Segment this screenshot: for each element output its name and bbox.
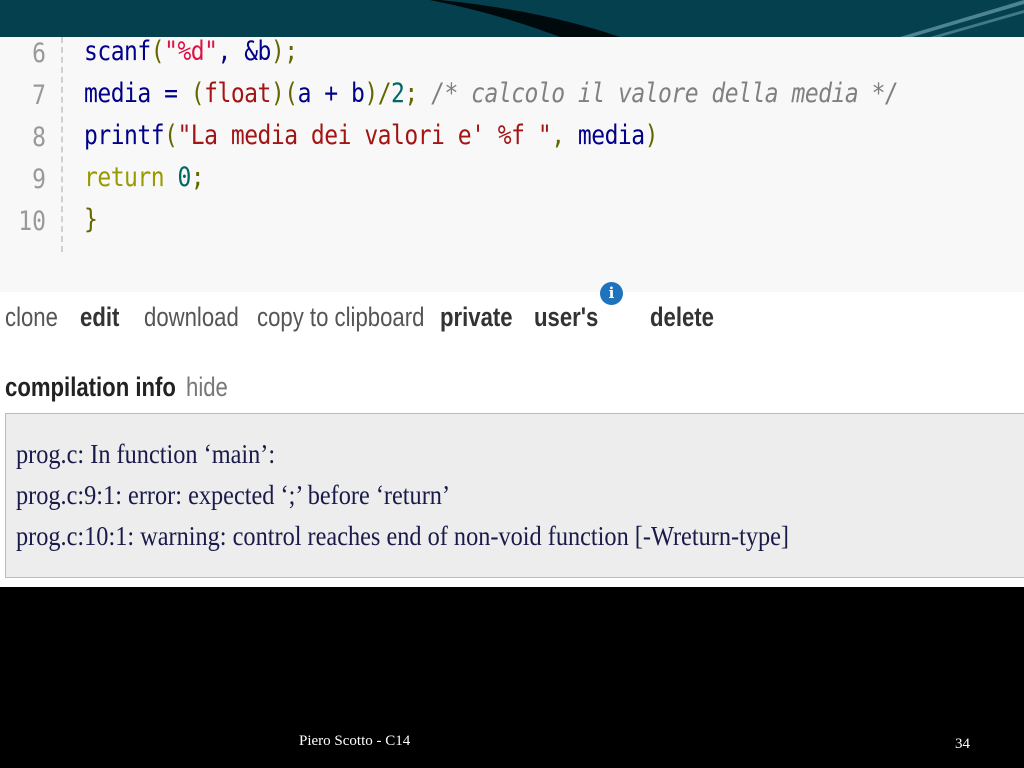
line-number: 6 (32, 39, 46, 69)
slide-header-band (0, 0, 1024, 37)
code-token: ( (164, 121, 178, 151)
slide-header-decoration (430, 0, 1024, 37)
code-token: printf (84, 121, 165, 151)
line-number: 7 (32, 81, 46, 111)
code-token: )( (270, 79, 298, 109)
compile-message-line: prog.c: In function ‘main’: (16, 439, 276, 469)
code-text: scanf("%d", &b); (84, 37, 298, 67)
code-token: "La media dei valori e' %f " (177, 121, 552, 151)
code-token: a + b (297, 79, 365, 109)
code-token: ; (404, 79, 432, 109)
code-token: 2 (391, 79, 405, 109)
compilation-info-header: compilation info hide (0, 367, 1024, 407)
code-token: ( (150, 37, 165, 67)
code-token: float (204, 79, 271, 109)
line-number: 10 (18, 207, 46, 237)
users-link[interactable]: user's (534, 292, 598, 342)
code-token: scanf (84, 37, 151, 67)
copy-to-clipboard-link[interactable]: copy to clipboard (257, 292, 424, 342)
compile-message-line: prog.c:9:1: error: expected ‘;’ before ‘… (16, 480, 451, 510)
code-token: "%d" (164, 37, 218, 67)
code-token: )/ (364, 79, 392, 109)
code-token: /* calcolo il valore della media */ (431, 79, 899, 109)
code-line: 8 printf("La media dei valori e' %f ", me… (0, 115, 1024, 155)
code-text: printf("La media dei valori e' %f ", med… (84, 121, 659, 151)
clone-link[interactable]: clone (5, 292, 58, 342)
code-line: 6 scanf("%d", &b); (0, 37, 1024, 71)
code-token: media (577, 121, 645, 151)
compilation-output: prog.c: In function ‘main’: prog.c:9:1: … (5, 413, 1024, 578)
footer-author: Piero Scotto - C14 (299, 733, 411, 749)
code-viewer: 6 scanf("%d", &b); 7 media = (float)(a + b)… (0, 37, 1024, 292)
private-toggle[interactable]: private (440, 292, 513, 342)
code-token: return (84, 163, 178, 193)
code-text: return 0; (84, 163, 205, 193)
edit-link[interactable]: edit (80, 292, 119, 342)
code-token: } (84, 205, 98, 235)
line-number: 8 (32, 123, 46, 153)
code-token: ; (190, 163, 205, 193)
action-bar: clone edit download copy to clipboard pr… (0, 292, 1024, 342)
delete-link[interactable]: delete (650, 292, 714, 342)
code-token: 0 (177, 163, 191, 193)
slide-page-number: 34 (955, 736, 970, 752)
code-token: media = (84, 79, 191, 109)
compile-message-line: prog.c:10:1: warning: control reaches en… (16, 521, 790, 551)
code-token: ) (644, 121, 659, 151)
code-token: , &b (217, 37, 272, 67)
compilation-info-title: compilation info (5, 372, 176, 402)
download-link[interactable]: download (144, 292, 239, 342)
code-text: media = (float)(a + b)/2; /* calcolo il … (84, 79, 899, 109)
code-text: } (84, 205, 98, 235)
code-line: 7 media = (float)(a + b)/2; /* calcolo il… (0, 73, 1024, 113)
code-line: 10} (0, 199, 1024, 239)
ideone-screenshot: 6 scanf("%d", &b); 7 media = (float)(a + b)… (0, 37, 1024, 587)
code-token: , (551, 121, 578, 151)
code-token: ( (190, 79, 205, 109)
code-line: 9 return 0; (0, 157, 1024, 197)
info-circle-icon[interactable]: i (600, 282, 623, 305)
hide-link[interactable]: hide (186, 367, 228, 407)
code-token: ); (270, 37, 298, 67)
line-number: 9 (32, 165, 46, 195)
